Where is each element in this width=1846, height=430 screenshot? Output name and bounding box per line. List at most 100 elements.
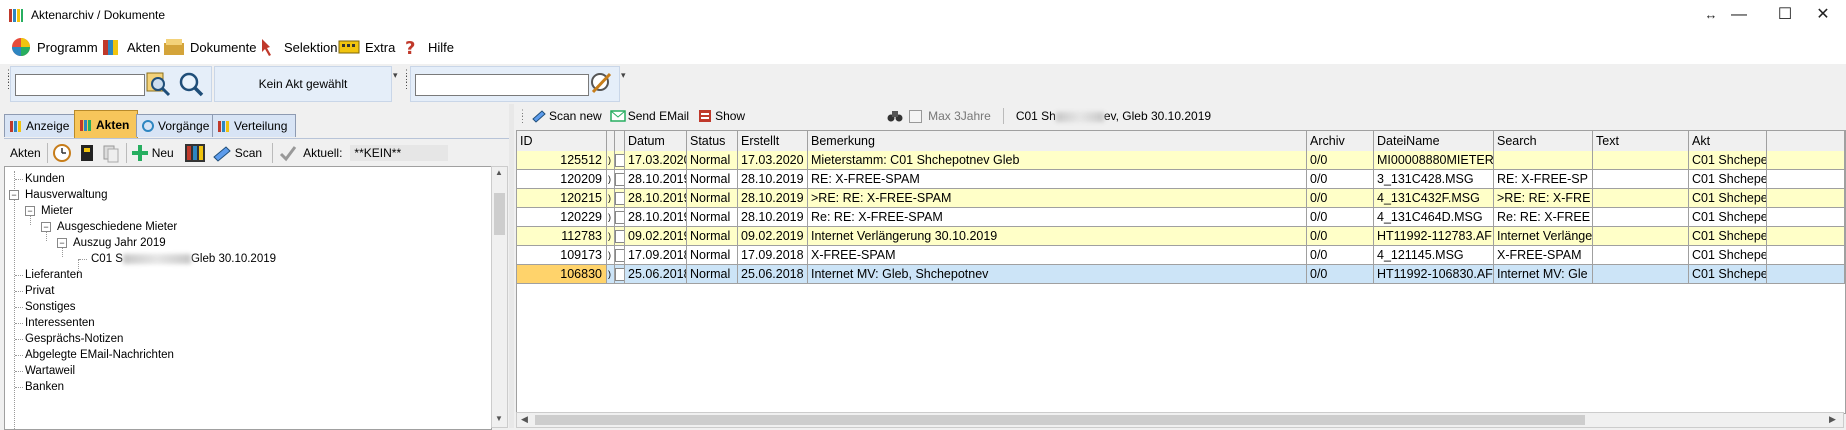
table-row[interactable]: 109173) 17.09.2018 Normal 17.09.2018 X-FREE-… xyxy=(517,246,1845,265)
cell-marker[interactable]: ) xyxy=(607,208,615,227)
cell-datei[interactable]: 3_131C428.MSG xyxy=(1374,170,1494,189)
show-button[interactable]: Show xyxy=(715,109,745,123)
cell-text[interactable] xyxy=(1593,246,1689,265)
cell-erstellt[interactable]: 17.09.2018 xyxy=(738,246,808,265)
scan-new-button[interactable]: Scan new xyxy=(549,109,602,123)
tree-item-abgelegte-email[interactable]: Abgelegte EMail-Nachrichten xyxy=(25,347,174,363)
cell-text[interactable] xyxy=(1593,227,1689,246)
cell-datei[interactable]: 4_131C464D.MSG xyxy=(1374,208,1494,227)
tree-scrollbar[interactable]: ▲ ▼ xyxy=(491,166,508,428)
panel-splitter[interactable] xyxy=(509,104,514,428)
cell-id[interactable]: 125512 xyxy=(517,151,607,170)
cell-akt[interactable]: C01 Shchepe xyxy=(1689,227,1767,246)
cell-akt[interactable]: C01 Shchepe xyxy=(1689,246,1767,265)
column-header-akt[interactable]: Akt xyxy=(1689,131,1767,151)
cell-archiv[interactable]: 0/0 xyxy=(1307,170,1374,189)
scan-button[interactable]: Scan xyxy=(235,146,262,160)
email-icon[interactable] xyxy=(609,108,626,124)
search-input[interactable] xyxy=(15,74,145,96)
row-checkbox[interactable] xyxy=(615,211,624,224)
cell-archiv[interactable]: 0/0 xyxy=(1307,265,1374,284)
cell-status[interactable]: Normal xyxy=(687,170,738,189)
menu-extra[interactable]: Extra xyxy=(338,30,395,64)
scrollbar-thumb[interactable] xyxy=(494,193,505,235)
cell-status[interactable]: Normal xyxy=(687,227,738,246)
table-row[interactable]: 106830) 25.06.2018 Normal 25.06.2018 Interne… xyxy=(517,265,1845,284)
search2-input[interactable] xyxy=(415,74,589,96)
tab-verteilung[interactable]: Verteilung xyxy=(212,114,296,137)
column-header-dateiname[interactable]: DateiName xyxy=(1374,131,1494,151)
send-email-button[interactable]: Send EMail xyxy=(628,109,689,123)
cell-datum[interactable]: 28.10.2019 xyxy=(625,170,687,189)
cell-akt[interactable]: C01 Shchepe xyxy=(1689,170,1767,189)
cell-text[interactable] xyxy=(1593,189,1689,208)
cell-akt[interactable]: C01 Shchepe xyxy=(1689,265,1767,284)
tree-item-ausgeschiedene-mieter[interactable]: Ausgeschiedene Mieter xyxy=(57,219,177,235)
cell-erstellt[interactable]: 28.10.2019 xyxy=(738,170,808,189)
scroll-up-icon[interactable]: ▲ xyxy=(495,168,503,177)
cell-text[interactable] xyxy=(1593,265,1689,284)
table-row[interactable]: 125512) 17.03.2020 Normal 17.03.2020 Mieters… xyxy=(517,151,1845,170)
menu-programm[interactable]: Programm xyxy=(10,30,98,64)
cell-marker[interactable]: ) xyxy=(607,227,615,246)
checkmark-icon[interactable] xyxy=(279,144,297,162)
menu-hilfe[interactable]: ? Hilfe xyxy=(401,30,454,64)
cell-search[interactable]: Internet Verlänge xyxy=(1494,227,1593,246)
cell-search[interactable]: Internet MV: Gle xyxy=(1494,265,1593,284)
cell-checkbox[interactable] xyxy=(615,170,625,189)
cell-search[interactable]: Re: RE: X-FREE xyxy=(1494,208,1593,227)
cell-datum[interactable]: 28.10.2019 xyxy=(625,189,687,208)
column-header-text[interactable]: Text xyxy=(1593,131,1689,151)
cell-id[interactable]: 109173 xyxy=(517,246,607,265)
column-header-datum[interactable]: Datum xyxy=(625,131,687,151)
cell-datei[interactable]: HT11992-112783.AF xyxy=(1374,227,1494,246)
cell-text[interactable] xyxy=(1593,151,1689,170)
chevron-down-icon[interactable]: ▾ xyxy=(621,70,626,81)
cell-marker[interactable]: ) xyxy=(607,189,615,208)
cell-bemerkung[interactable]: Internet MV: Gleb, Shchepotnev xyxy=(808,265,1307,284)
add-icon[interactable] xyxy=(131,144,149,162)
column-header-bemerkung[interactable]: Bemerkung xyxy=(808,131,1307,151)
menu-akten[interactable]: Akten xyxy=(100,30,160,64)
grid-horizontal-scrollbar[interactable]: ◀ ▶ xyxy=(516,412,1844,428)
column-header-marker[interactable] xyxy=(607,131,615,151)
cell-id[interactable]: 120215 xyxy=(517,189,607,208)
tab-vorgaenge[interactable]: Vorgänge xyxy=(136,114,216,137)
cell-id[interactable]: 112783 xyxy=(517,227,607,246)
cell-datum[interactable]: 09.02.2019 xyxy=(625,227,687,246)
cell-status[interactable]: Normal xyxy=(687,189,738,208)
cell-datum[interactable]: 28.10.2019 xyxy=(625,208,687,227)
cell-bemerkung[interactable]: >RE: RE: X-FREE-SPAM xyxy=(808,189,1307,208)
cell-search[interactable]: >RE: RE: X-FRE xyxy=(1494,189,1593,208)
row-checkbox[interactable] xyxy=(615,249,624,262)
menu-dokumente[interactable]: Dokumente xyxy=(163,30,256,64)
scrollbar-thumb[interactable] xyxy=(535,415,1585,425)
cell-datei[interactable]: 4_131C432F.MSG xyxy=(1374,189,1494,208)
cell-text[interactable] xyxy=(1593,208,1689,227)
column-header-erstellt[interactable]: Erstellt xyxy=(738,131,808,151)
neu-button[interactable]: Neu xyxy=(152,146,174,160)
tree-item-interessenten[interactable]: Interessenten xyxy=(25,315,95,331)
cell-status[interactable]: Normal xyxy=(687,265,738,284)
cell-bemerkung[interactable]: Re: RE: X-FREE-SPAM xyxy=(808,208,1307,227)
cell-checkbox[interactable] xyxy=(615,227,625,246)
max3jahre-checkbox[interactable] xyxy=(909,109,923,123)
cell-archiv[interactable]: 0/0 xyxy=(1307,246,1374,265)
cell-akt[interactable]: C01 Shchepe xyxy=(1689,189,1767,208)
cell-datei[interactable]: MI00008880MIETER xyxy=(1374,151,1494,170)
cell-marker[interactable]: ) xyxy=(607,151,615,170)
menu-selektion[interactable]: Selektion xyxy=(257,30,337,64)
tree-item-akte[interactable]: C01 S Gleb 30.10.2019 xyxy=(91,251,276,267)
cell-bemerkung[interactable]: Internet Verlängerung 30.10.2019 xyxy=(808,227,1307,246)
cell-akt[interactable]: C01 Shchepe xyxy=(1689,208,1767,227)
cell-search[interactable]: X-FREE-SPAM xyxy=(1494,246,1593,265)
cell-archiv[interactable]: 0/0 xyxy=(1307,227,1374,246)
chevron-down-icon[interactable]: ▾ xyxy=(393,70,398,81)
cell-akt[interactable]: C01 Shchepe xyxy=(1689,151,1767,170)
close-button[interactable]: ✕ xyxy=(1800,0,1846,30)
history-icon[interactable] xyxy=(52,143,72,163)
column-header-archiv[interactable]: Archiv xyxy=(1307,131,1374,151)
column-header-search[interactable]: Search xyxy=(1494,131,1593,151)
show-icon[interactable] xyxy=(697,108,713,124)
tree-item-hausverwaltung[interactable]: Hausverwaltung xyxy=(25,187,107,203)
